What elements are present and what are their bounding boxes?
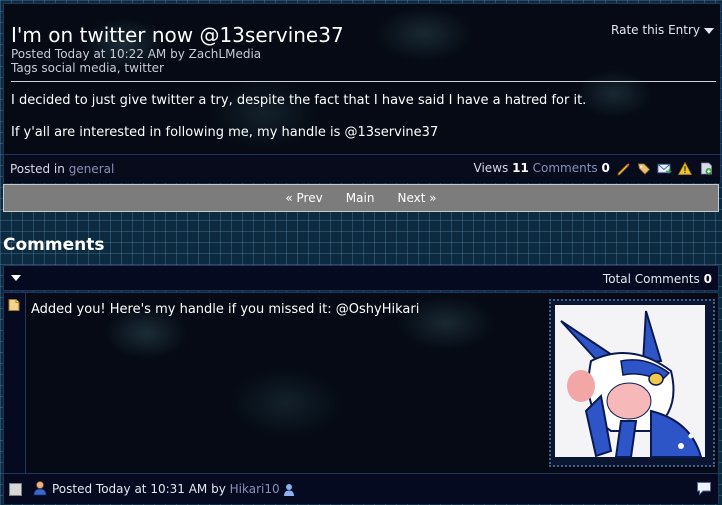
entry-footer: Posted in general Views 11 Comments 0 [4, 154, 720, 183]
entry-body-paragraph: If y'all are interested in following me,… [11, 125, 439, 140]
comment-posted: Posted Today at 10:31 AM by Hikari10 [52, 482, 295, 497]
avatar[interactable] [549, 299, 715, 467]
entry-title: I'm on twitter now @13servine37 [11, 23, 344, 47]
warning-icon[interactable] [677, 161, 693, 176]
comments-heading: Comments [3, 235, 105, 255]
chevron-down-icon [704, 27, 714, 34]
online-user-icon [284, 483, 295, 496]
comments-bar: Total Comments 0 [3, 265, 719, 291]
pencil-icon[interactable] [615, 161, 631, 176]
prev-link[interactable]: « Prev [285, 185, 322, 211]
posted-in-label: Posted in [10, 162, 65, 176]
tag-icon[interactable] [636, 161, 652, 176]
comment-gutter [4, 293, 26, 473]
comment-text: Added you! Here's my handle if you misse… [31, 302, 420, 317]
total-comments-count: 0 [703, 272, 712, 286]
entry-posted-line: Posted Today at 10:22 AM by ZachLMedia [11, 47, 262, 61]
blog-entry: I'm on twitter now @13servine37 Rate thi… [3, 3, 721, 183]
rate-entry-dropdown[interactable]: Rate this Entry [611, 23, 714, 37]
comment-document-icon [8, 299, 20, 311]
avatar-image [555, 305, 705, 458]
entry-body-paragraph: I decided to just give twitter a try, de… [11, 93, 587, 108]
entry-stats: Views 11 Comments 0 [474, 161, 714, 176]
comment-body: Added you! Here's my handle if you misse… [26, 293, 718, 473]
comments-count: 0 [601, 161, 610, 175]
posted-in: Posted in general [10, 162, 114, 176]
comment-author-link[interactable]: Hikari10 [230, 482, 280, 496]
views-count: 11 [512, 161, 529, 175]
divider [11, 81, 716, 82]
rate-entry-label: Rate this Entry [611, 23, 700, 37]
entry-navigation: « Prev Main Next » [3, 184, 719, 212]
reply-icon[interactable] [696, 481, 712, 496]
email-icon[interactable] [656, 161, 673, 176]
user-icon [33, 481, 47, 496]
main-link[interactable]: Main [346, 185, 375, 211]
next-link[interactable]: Next » [398, 185, 437, 211]
total-comments: Total Comments 0 [603, 272, 712, 286]
comment-posted-prefix: Posted Today at 10:31 AM by [52, 482, 226, 496]
entry-tags-line: Tags social media, twitter [11, 61, 164, 75]
total-comments-label: Total Comments [602, 272, 700, 286]
comments-link[interactable]: Comments [533, 161, 598, 175]
category-link[interactable]: general [69, 162, 115, 176]
comment-footer: Posted Today at 10:31 AM by Hikari10 [4, 473, 718, 504]
entry-header: I'm on twitter now @13servine37 Rate thi… [4, 4, 720, 154]
views-label: Views [473, 161, 509, 175]
comment-item: Added you! Here's my handle if you misse… [3, 292, 719, 504]
select-checkbox[interactable] [9, 483, 22, 496]
collapse-toggle-icon[interactable] [11, 275, 21, 281]
bookmark-icon[interactable] [698, 161, 714, 176]
